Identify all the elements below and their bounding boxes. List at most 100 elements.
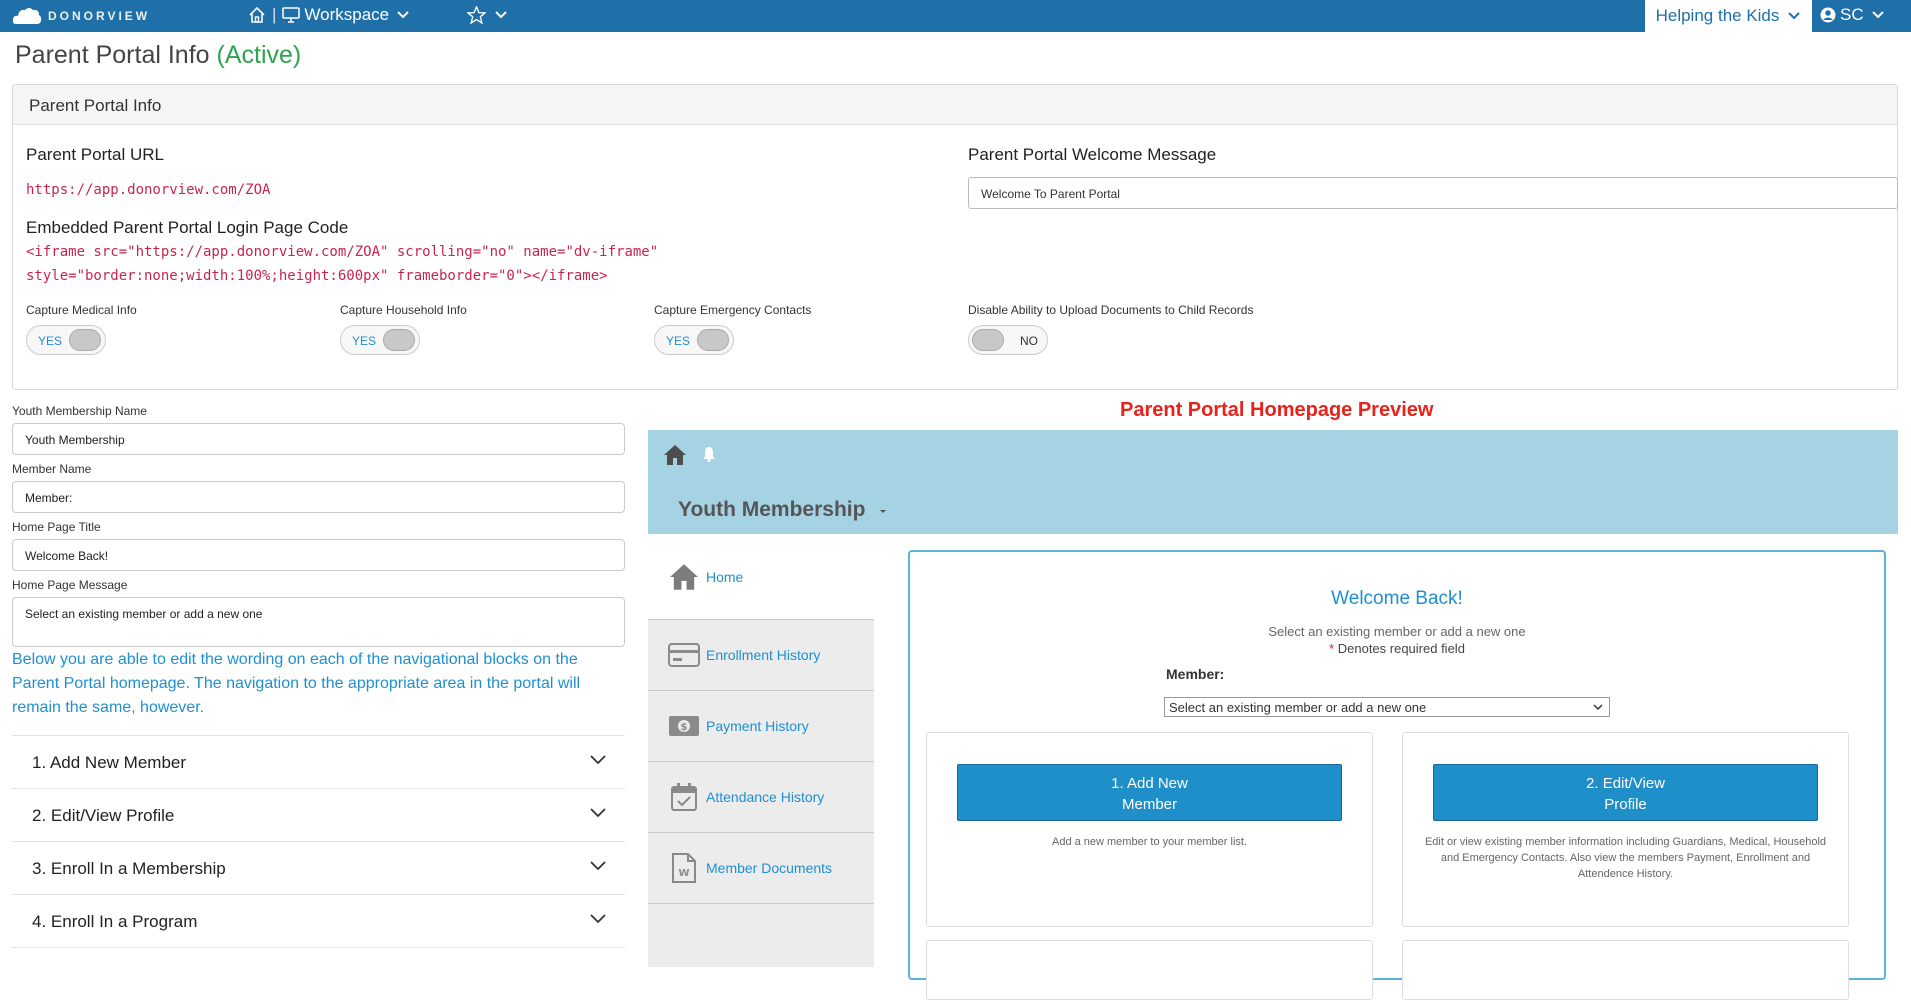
accordion-add-new-member[interactable]: 1. Add New Member	[12, 735, 625, 788]
preview-header: Youth Membership	[648, 430, 1898, 534]
home-icon[interactable]	[248, 6, 266, 24]
top-bar: DONORVIEW | Workspace Helping the Kids S…	[0, 0, 1911, 32]
preview-card	[1402, 940, 1849, 1000]
card-description: Add a new member to your member list.	[1051, 836, 1248, 848]
card-description: Edit or view existing member information…	[1424, 836, 1827, 880]
button-line-1: 2. Edit/View	[1586, 775, 1665, 792]
accordion-edit-view-profile[interactable]: 2. Edit/View Profile	[12, 788, 625, 841]
word-document-icon: W	[672, 853, 696, 883]
workspace-dropdown[interactable]: Workspace	[304, 5, 389, 25]
caret-down-icon	[880, 510, 887, 513]
preview-main-card: Welcome Back! Select an existing member …	[908, 550, 1886, 1000]
nav-label: Payment History	[706, 718, 809, 734]
toggle-label-medical: Capture Medical Info	[26, 303, 137, 317]
preview-welcome-message: Select an existing member or add a new o…	[1268, 624, 1526, 639]
star-icon[interactable]	[467, 6, 486, 24]
chevron-down-icon[interactable]	[396, 10, 410, 20]
embed-code-line-2: style="border:none;width:100%;height:600…	[26, 268, 608, 284]
chevron-down-icon[interactable]	[589, 913, 607, 925]
accordion-label: 4. Enroll In a Program	[32, 912, 198, 931]
preview-title: Parent Portal Homepage Preview	[1120, 399, 1434, 421]
toggle-capture-household[interactable]: YES	[340, 325, 420, 355]
svg-text:$: $	[681, 722, 688, 733]
toggle-capture-medical[interactable]: YES	[26, 325, 106, 355]
toggle-knob	[972, 329, 1004, 351]
workspace-nav: | Workspace	[248, 5, 410, 25]
portal-url-label: Parent Portal URL	[26, 145, 164, 164]
toggle-disable-upload[interactable]: NO	[968, 325, 1048, 355]
portal-url-value[interactable]: https://app.donorview.com/ZOA	[26, 178, 270, 202]
preview-membership-title: Youth Membership	[678, 498, 866, 521]
accordion-label: 3. Enroll In a Membership	[32, 859, 226, 878]
preview-sidebar: Home Enrollment History $ Payment Histor…	[648, 534, 874, 967]
home-icon	[670, 563, 698, 590]
toggle-label-household: Capture Household Info	[340, 303, 467, 317]
home-icon[interactable]	[663, 444, 687, 466]
select-value: Select an existing member or add a new o…	[1169, 700, 1427, 715]
preview-member-label: Member:	[1166, 666, 1225, 682]
edit-view-profile-button[interactable]: 2. Edit/View Profile	[1433, 764, 1818, 821]
preview-card-edit-profile: 2. Edit/View Profile Edit or view existi…	[1402, 732, 1849, 927]
button-line-2: Member	[1121, 796, 1177, 813]
svg-text:W: W	[678, 868, 689, 879]
required-text: Denotes required field	[1337, 641, 1465, 656]
organization-selector[interactable]: Helping the Kids	[1645, 0, 1812, 32]
panel-header: Parent Portal Info	[13, 85, 1897, 125]
cloud-logo-icon	[12, 8, 42, 24]
money-bill-icon: $	[669, 716, 699, 736]
toggle-capture-emergency[interactable]: YES	[654, 325, 734, 355]
user-menu[interactable]: SC	[1820, 5, 1885, 25]
required-field-note: * Denotes required field	[910, 641, 1884, 656]
preview-card-add-member: 1. Add New Member Add a new member to yo…	[926, 732, 1373, 927]
embed-code-line-1: <iframe src="https://app.donorview.com/Z…	[26, 244, 659, 260]
add-new-member-button[interactable]: 1. Add New Member	[957, 764, 1342, 821]
toggle-label-disable-upload: Disable Ability to Upload Documents to C…	[968, 303, 1254, 317]
preview-nav-payment-history[interactable]: $ Payment History	[648, 691, 874, 762]
accordion-enroll-program[interactable]: 4. Enroll In a Program	[12, 894, 625, 948]
member-name-label: Member Name	[12, 462, 92, 476]
chevron-down-icon	[1871, 11, 1884, 19]
calendar-check-icon	[671, 783, 697, 811]
user-initials: SC	[1840, 5, 1864, 24]
chevron-down-icon	[1788, 12, 1801, 20]
toggle-state: YES	[38, 334, 63, 348]
preview-nav-enrollment-history[interactable]: Enrollment History	[648, 620, 874, 691]
nav-label: Enrollment History	[706, 647, 821, 663]
parent-portal-info-panel: Parent Portal Info Parent Portal URL htt…	[12, 84, 1898, 390]
home-page-title-label: Home Page Title	[12, 520, 101, 534]
embed-code-label: Embedded Parent Portal Login Page Code	[26, 218, 349, 237]
member-name-input[interactable]: Member:	[12, 481, 625, 513]
donorview-logo[interactable]: DONORVIEW	[12, 6, 150, 26]
youth-membership-name-input[interactable]: Youth Membership	[12, 423, 625, 455]
toggle-knob	[69, 329, 101, 351]
credit-card-icon	[668, 643, 700, 667]
accordion-enroll-membership[interactable]: 3. Enroll In a Membership	[12, 841, 625, 894]
button-line-1: 1. Add New	[1111, 775, 1188, 792]
page-title-text: Parent Portal Info	[15, 41, 210, 69]
toggle-state: NO	[1020, 334, 1038, 348]
chevron-down-icon[interactable]	[589, 807, 607, 819]
chevron-down-icon[interactable]	[494, 10, 508, 20]
welcome-message-input[interactable]: Welcome To Parent Portal	[968, 177, 1898, 209]
chevron-down-icon[interactable]	[589, 754, 607, 766]
preview-member-select[interactable]: Select an existing member or add a new o…	[1164, 697, 1610, 717]
nav-label: Attendance History	[706, 789, 825, 805]
preview-nav-home[interactable]: Home	[648, 534, 874, 620]
favorites-menu[interactable]	[467, 6, 508, 24]
preview-welcome-title: Welcome Back!	[1331, 588, 1463, 609]
home-page-title-input[interactable]: Welcome Back!	[12, 539, 625, 571]
bell-icon[interactable]	[702, 446, 716, 462]
button-line-2: Profile	[1604, 796, 1647, 813]
user-circle-icon	[1820, 7, 1836, 23]
youth-membership-name-label: Youth Membership Name	[12, 404, 147, 418]
preview-card	[926, 940, 1373, 1000]
preview-membership-dropdown[interactable]: Youth Membership	[678, 498, 889, 522]
nav-separator: |	[272, 5, 277, 24]
chevron-down-icon[interactable]	[589, 860, 607, 872]
preview-nav-member-documents[interactable]: W Member Documents	[648, 833, 874, 904]
nav-label: Member Documents	[706, 860, 833, 876]
status-badge: (Active)	[216, 41, 302, 69]
home-page-message-textarea[interactable]: Select an existing member or add a new o…	[12, 597, 625, 647]
nav-label: Home	[706, 568, 744, 585]
preview-nav-attendance-history[interactable]: Attendance History	[648, 762, 874, 833]
